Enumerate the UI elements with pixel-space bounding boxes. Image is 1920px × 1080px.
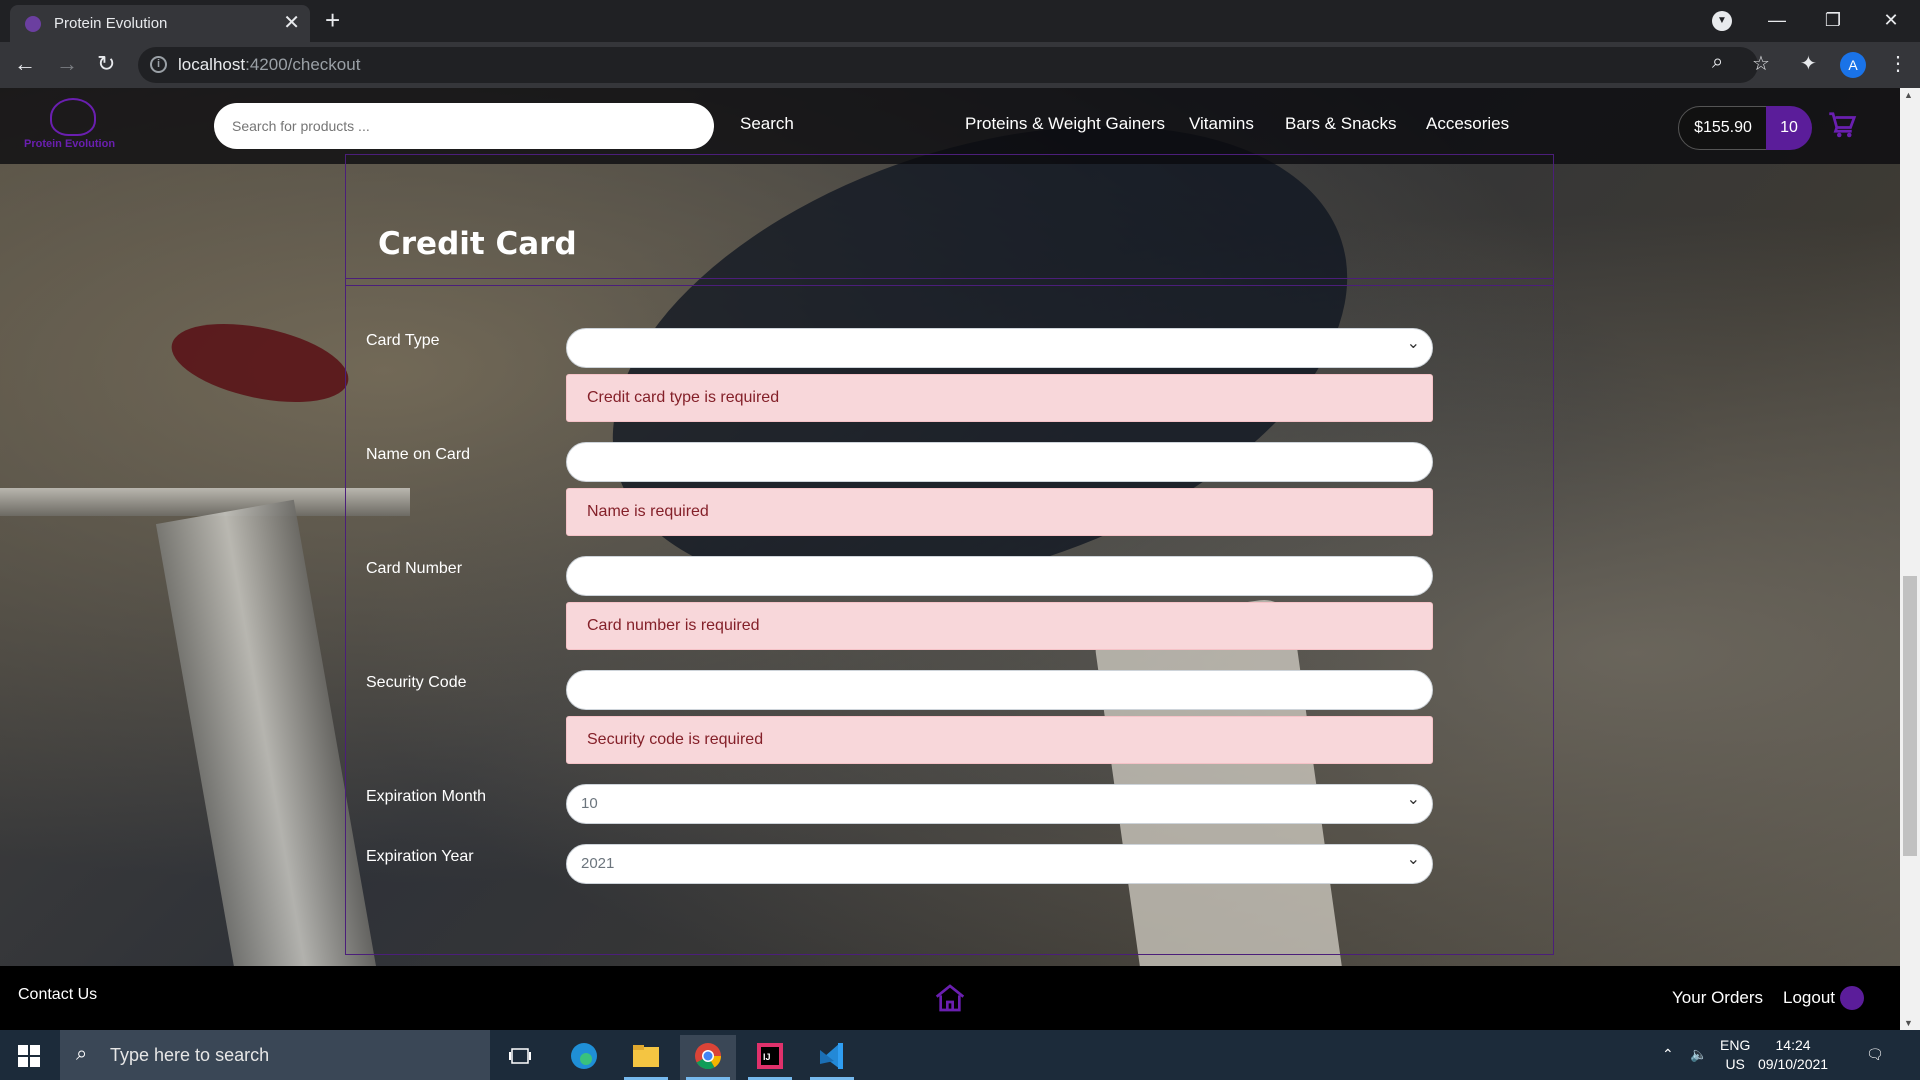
name-on-card-input[interactable] [566,442,1433,482]
nav-accessories[interactable]: Accesories [1426,114,1509,134]
card-type-select[interactable] [566,325,1433,368]
url-host: localhost [178,55,246,74]
scroll-thumb[interactable] [1903,576,1917,856]
site-favicon-icon [25,16,41,32]
user-icon[interactable] [1840,986,1864,1010]
url-path: :4200/checkout [245,55,361,74]
browser-menu-icon[interactable]: ⋮ [1888,51,1908,76]
logout-link[interactable]: Logout [1783,988,1835,1008]
clock-time: 14:24 [1775,1037,1811,1053]
svg-text:IJ: IJ [763,1052,771,1062]
expiration-year-select[interactable]: 2021 [566,841,1433,884]
volume-icon[interactable]: 🔈 [1690,1046,1707,1063]
security-code-error: Security code is required [566,716,1433,764]
restore-icon[interactable]: ❐ [1808,4,1858,36]
windows-taskbar: ⌕ Type here to search IJ ⌃ 🔈 ENG US 14:2… [0,1030,1920,1080]
tab-search-icon[interactable]: ▼ [1712,11,1732,31]
scroll-up-icon[interactable]: ▲ [1904,90,1913,100]
profile-avatar[interactable]: A [1840,52,1866,78]
tab-title: Protein Evolution [54,15,168,32]
taskbar-search-text: Type here to search [110,1045,270,1065]
tray-chevron-icon[interactable]: ⌃ [1662,1046,1674,1063]
expiration-month-label: Expiration Month [366,788,487,805]
site-logo[interactable]: Protein Evolution [20,96,130,156]
card-number-label: Card Number [366,560,463,577]
site-header: Protein Evolution Search Proteins & Weig… [0,88,1900,164]
page-title: Credit Card [378,226,577,262]
card-number-input[interactable] [566,556,1433,596]
browser-tab-bar: Protein Evolution ✕ + ▼ — ❐ ✕ [0,0,1920,42]
logo-text: Protein Evolution [24,138,116,150]
browser-tab[interactable]: Protein Evolution ✕ [10,5,310,42]
previous-section-box [345,154,1554,286]
taskbar-clock[interactable]: 14:24 09/10/2021 [1758,1036,1828,1074]
taskbar-search[interactable]: ⌕ Type here to search [60,1030,490,1080]
cart-count-badge[interactable]: 10 [1766,106,1812,150]
nav-bars-snacks[interactable]: Bars & Snacks [1285,114,1397,134]
address-bar[interactable]: i localhost:4200/checkout [138,47,1758,83]
edge-browser-icon[interactable] [556,1035,612,1080]
lang-line-2: US [1725,1056,1745,1072]
page-scrollbar[interactable]: ▲ ▼ [1900,88,1920,1030]
new-tab-icon[interactable]: + [325,6,340,34]
name-error: Name is required [566,488,1433,536]
extensions-icon[interactable]: ✦ [1800,51,1817,76]
vscode-icon[interactable] [804,1035,860,1080]
cart-icon[interactable] [1828,110,1858,140]
card-type-error: Credit card type is required [566,374,1433,422]
nav-vitamins[interactable]: Vitamins [1189,114,1254,134]
name-on-card-label: Name on Card [366,446,471,463]
expiration-year-label: Expiration Year [366,848,474,865]
reload-icon[interactable]: ↻ [97,50,115,78]
windows-start-icon[interactable] [18,1045,40,1067]
lang-line-1: ENG [1720,1037,1751,1053]
home-icon[interactable] [934,982,966,1014]
background-photo [164,310,356,416]
intellij-icon[interactable]: IJ [742,1035,798,1080]
expiration-month-select[interactable]: 10 [566,781,1433,824]
close-window-icon[interactable]: ✕ [1866,4,1916,36]
search-icon: ⌕ [76,1043,88,1065]
contact-us-link[interactable]: Contact Us [18,986,97,1004]
card-type-label: Card Type [366,332,440,349]
zoom-icon[interactable]: ⌕ [1712,51,1723,74]
clock-date: 09/10/2021 [1758,1056,1829,1072]
back-icon[interactable]: ← [14,50,36,78]
cart-total[interactable]: $155.90 [1678,106,1768,150]
page-viewport: Protein Evolution Search Proteins & Weig… [0,88,1920,1030]
file-explorer-icon[interactable] [618,1035,674,1080]
input-language[interactable]: ENG US [1720,1036,1750,1074]
card-number-error: Card number is required [566,602,1433,650]
browser-toolbar: ← → ↻ i localhost:4200/checkout ⌕ ☆ ✦ A … [0,42,1920,88]
site-footer: Contact Us Your Orders Logout [0,966,1900,1030]
url-text[interactable]: localhost:4200/checkout [178,55,360,75]
logo-mark-icon [50,98,96,136]
your-orders-link[interactable]: Your Orders [1672,988,1763,1008]
scroll-down-icon[interactable]: ▼ [1904,1018,1913,1028]
nav-proteins[interactable]: Proteins & Weight Gainers [965,114,1165,134]
forward-icon[interactable]: → [56,50,78,78]
search-button[interactable]: Search [740,114,794,134]
close-tab-icon[interactable]: ✕ [283,11,300,35]
minimize-icon[interactable]: — [1752,4,1802,36]
task-view-icon[interactable] [492,1035,548,1080]
security-code-input[interactable] [566,670,1433,710]
site-info-icon[interactable]: i [150,56,167,73]
notifications-icon[interactable]: 🗨 [1866,1046,1884,1063]
chrome-icon[interactable] [680,1035,736,1080]
security-code-label: Security Code [366,674,467,691]
search-input[interactable] [214,103,714,149]
bookmark-star-icon[interactable]: ☆ [1752,51,1770,76]
